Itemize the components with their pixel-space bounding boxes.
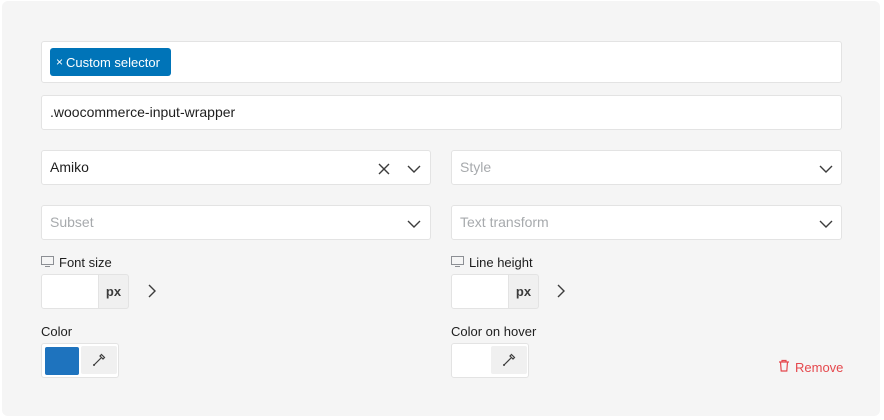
selector-value-input[interactable]: .woocommerce-input-wrapper <box>41 95 842 130</box>
desktop-icon[interactable] <box>451 255 464 270</box>
line-height-label: Line height <box>451 255 533 270</box>
color-hover-control[interactable] <box>451 343 529 378</box>
trash-icon <box>778 359 790 375</box>
text-transform-select[interactable]: Text transform <box>451 205 842 240</box>
color-hover-picker-button[interactable] <box>491 346 527 374</box>
font-size-input[interactable] <box>41 274 99 309</box>
style-rule-panel: × Custom selector .woocommerce-input-wra… <box>2 1 880 416</box>
color-swatch[interactable] <box>45 347 79 375</box>
font-size-label: Font size <box>41 255 112 270</box>
subset-placeholder: Subset <box>50 214 94 230</box>
chevron-down-icon[interactable] <box>818 161 834 177</box>
text-transform-placeholder: Text transform <box>460 214 549 230</box>
chevron-down-icon[interactable] <box>406 161 422 177</box>
color-control[interactable] <box>41 343 119 378</box>
remove-button[interactable]: Remove <box>778 359 843 375</box>
font-family-select[interactable]: Amiko <box>41 150 431 185</box>
chevron-down-icon[interactable] <box>818 216 834 232</box>
color-label: Color <box>41 324 73 339</box>
close-icon[interactable] <box>376 161 392 177</box>
eyedropper-icon <box>503 353 516 366</box>
chevron-right-icon[interactable] <box>553 283 569 299</box>
line-height-input[interactable] <box>451 274 509 309</box>
remove-label: Remove <box>795 359 844 375</box>
font-size-unit[interactable]: px <box>98 274 129 309</box>
eyedropper-icon <box>93 353 106 366</box>
tag-remove-icon[interactable]: × <box>56 55 63 69</box>
color-picker-button[interactable] <box>81 346 117 374</box>
line-height-label-text: Line height <box>469 255 533 270</box>
subset-select[interactable]: Subset <box>41 205 431 240</box>
font-style-select[interactable]: Style <box>451 150 842 185</box>
font-family-value: Amiko <box>50 159 89 175</box>
font-style-placeholder: Style <box>460 159 492 175</box>
chevron-right-icon[interactable] <box>144 283 160 299</box>
custom-selector-tag[interactable]: × Custom selector <box>50 48 171 76</box>
desktop-icon[interactable] <box>41 255 54 270</box>
tag-label: Custom selector <box>66 54 160 70</box>
font-size-label-text: Font size <box>59 255 112 270</box>
chevron-down-icon[interactable] <box>406 216 422 232</box>
line-height-unit[interactable]: px <box>508 274 539 309</box>
color-hover-label: Color on hover <box>451 324 537 339</box>
selector-tags-field[interactable]: × Custom selector <box>41 41 842 83</box>
selector-value-text: .woocommerce-input-wrapper <box>50 104 236 120</box>
